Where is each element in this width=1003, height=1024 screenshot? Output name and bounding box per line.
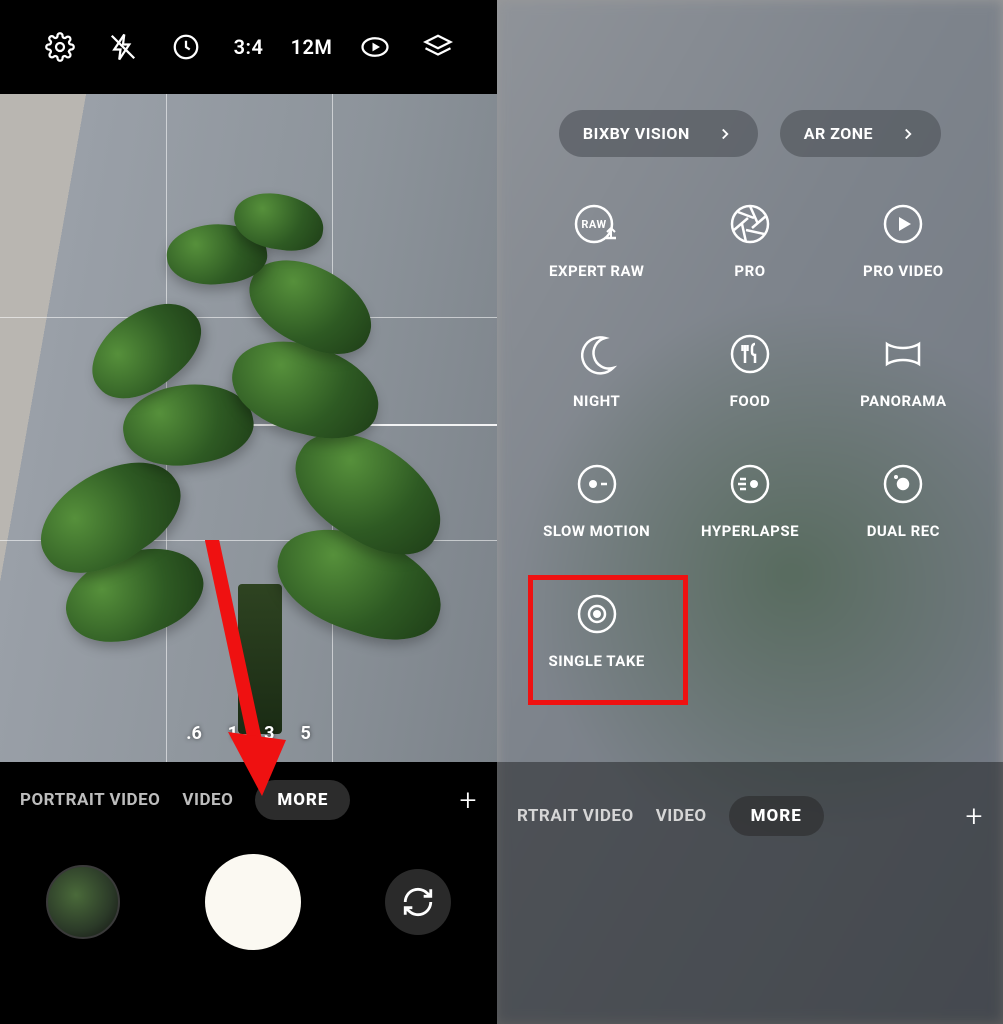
mode-panorama[interactable]: PANORAMA bbox=[832, 330, 975, 410]
motion-photo-icon bbox=[360, 32, 390, 62]
expert-raw-icon: RAW bbox=[573, 200, 621, 248]
mode-row[interactable]: PORTRAIT VIDEO VIDEO MORE + bbox=[0, 780, 497, 820]
mode-pro-video[interactable]: PRO VIDEO bbox=[832, 200, 975, 280]
zoom-level[interactable]: 5 bbox=[300, 723, 310, 744]
mode-video[interactable]: VIDEO bbox=[182, 790, 233, 810]
dual-rec-icon bbox=[879, 460, 927, 508]
mode-single-take[interactable]: SINGLE TAKE bbox=[525, 590, 668, 670]
chevron-right-icon bbox=[716, 125, 734, 143]
shutter-button[interactable] bbox=[205, 854, 301, 950]
zoom-level[interactable]: .6 bbox=[186, 723, 202, 744]
camera-screen-more: BIXBY VISION AR ZONE RAW EXPERT RAW PRO … bbox=[497, 0, 1003, 1024]
timer-icon bbox=[171, 32, 201, 62]
mode-slow-motion[interactable]: SLOW MOTION bbox=[525, 460, 668, 540]
top-pills: BIXBY VISION AR ZONE bbox=[497, 110, 1003, 157]
mode-pro[interactable]: PRO bbox=[678, 200, 821, 280]
camera-screen-main: 3:4 12M .6 bbox=[0, 0, 497, 1024]
ar-zone-label: AR ZONE bbox=[804, 124, 873, 143]
flash-off-icon bbox=[108, 32, 138, 62]
food-icon bbox=[726, 330, 774, 378]
more-modes-grid: RAW EXPERT RAW PRO PRO VIDEO NIGHT FOOD … bbox=[497, 200, 1003, 670]
flip-camera-button[interactable] bbox=[385, 869, 451, 935]
viewfinder-subject bbox=[90, 194, 430, 734]
moon-icon bbox=[573, 330, 621, 378]
bixby-vision-label: BIXBY VISION bbox=[583, 124, 690, 143]
mode-label: EXPERT RAW bbox=[549, 262, 644, 280]
flip-camera-icon bbox=[401, 885, 435, 919]
mode-expert-raw[interactable]: RAW EXPERT RAW bbox=[525, 200, 668, 280]
mode-label: PRO bbox=[734, 262, 765, 280]
chevron-right-icon bbox=[899, 125, 917, 143]
mode-label: HYPERLAPSE bbox=[701, 522, 799, 540]
resolution-button[interactable]: 12M bbox=[280, 35, 343, 59]
mode-label: PRO VIDEO bbox=[863, 262, 944, 280]
add-mode-button[interactable]: + bbox=[966, 799, 983, 834]
ar-zone-button[interactable]: AR ZONE bbox=[780, 110, 941, 157]
mode-label: SLOW MOTION bbox=[543, 522, 650, 540]
aperture-icon bbox=[726, 200, 774, 248]
mode-more[interactable]: MORE bbox=[255, 780, 350, 820]
mode-label: FOOD bbox=[730, 392, 771, 410]
mode-row[interactable]: RTRAIT VIDEO VIDEO MORE + bbox=[497, 796, 1003, 836]
mode-more[interactable]: MORE bbox=[729, 796, 824, 836]
bixby-vision-button[interactable]: BIXBY VISION bbox=[559, 110, 758, 157]
panorama-icon bbox=[879, 330, 927, 378]
pro-video-icon bbox=[879, 200, 927, 248]
mode-night[interactable]: NIGHT bbox=[525, 330, 668, 410]
mode-label: NIGHT bbox=[573, 392, 620, 410]
resolution-label: 12M bbox=[291, 35, 333, 59]
filters-button[interactable] bbox=[406, 32, 469, 62]
gear-icon bbox=[45, 32, 75, 62]
gallery-thumbnail[interactable] bbox=[46, 865, 120, 939]
mode-hyperlapse[interactable]: HYPERLAPSE bbox=[678, 460, 821, 540]
add-mode-button[interactable]: + bbox=[460, 783, 477, 818]
zoom-selector[interactable]: .6 1 3 5 bbox=[0, 723, 497, 744]
zoom-level[interactable]: 3 bbox=[264, 723, 274, 744]
mode-label: SINGLE TAKE bbox=[548, 652, 644, 670]
aspect-ratio-label: 3:4 bbox=[234, 35, 264, 59]
single-take-icon bbox=[573, 590, 621, 638]
layers-icon bbox=[423, 32, 453, 62]
timer-button[interactable] bbox=[154, 32, 217, 62]
settings-button[interactable] bbox=[28, 32, 91, 62]
flash-button[interactable] bbox=[91, 32, 154, 62]
mode-label: PANORAMA bbox=[860, 392, 947, 410]
top-toolbar: 3:4 12M bbox=[0, 0, 497, 94]
aspect-ratio-button[interactable]: 3:4 bbox=[217, 35, 280, 59]
zoom-level[interactable]: 1 bbox=[228, 723, 238, 744]
viewfinder[interactable]: .6 1 3 5 bbox=[0, 94, 497, 762]
bottom-bar: PORTRAIT VIDEO VIDEO MORE + bbox=[0, 762, 497, 1024]
mode-dual-rec[interactable]: DUAL REC bbox=[832, 460, 975, 540]
shutter-controls bbox=[0, 820, 497, 950]
hyperlapse-icon bbox=[726, 460, 774, 508]
slow-motion-icon bbox=[573, 460, 621, 508]
mode-label: DUAL REC bbox=[867, 522, 940, 540]
mode-portrait-video[interactable]: PORTRAIT VIDEO bbox=[20, 790, 160, 810]
mode-portrait-video[interactable]: RTRAIT VIDEO bbox=[517, 806, 634, 826]
motion-photo-button[interactable] bbox=[343, 32, 406, 62]
mode-video[interactable]: VIDEO bbox=[656, 806, 707, 826]
svg-text:RAW: RAW bbox=[581, 218, 606, 231]
mode-food[interactable]: FOOD bbox=[678, 330, 821, 410]
